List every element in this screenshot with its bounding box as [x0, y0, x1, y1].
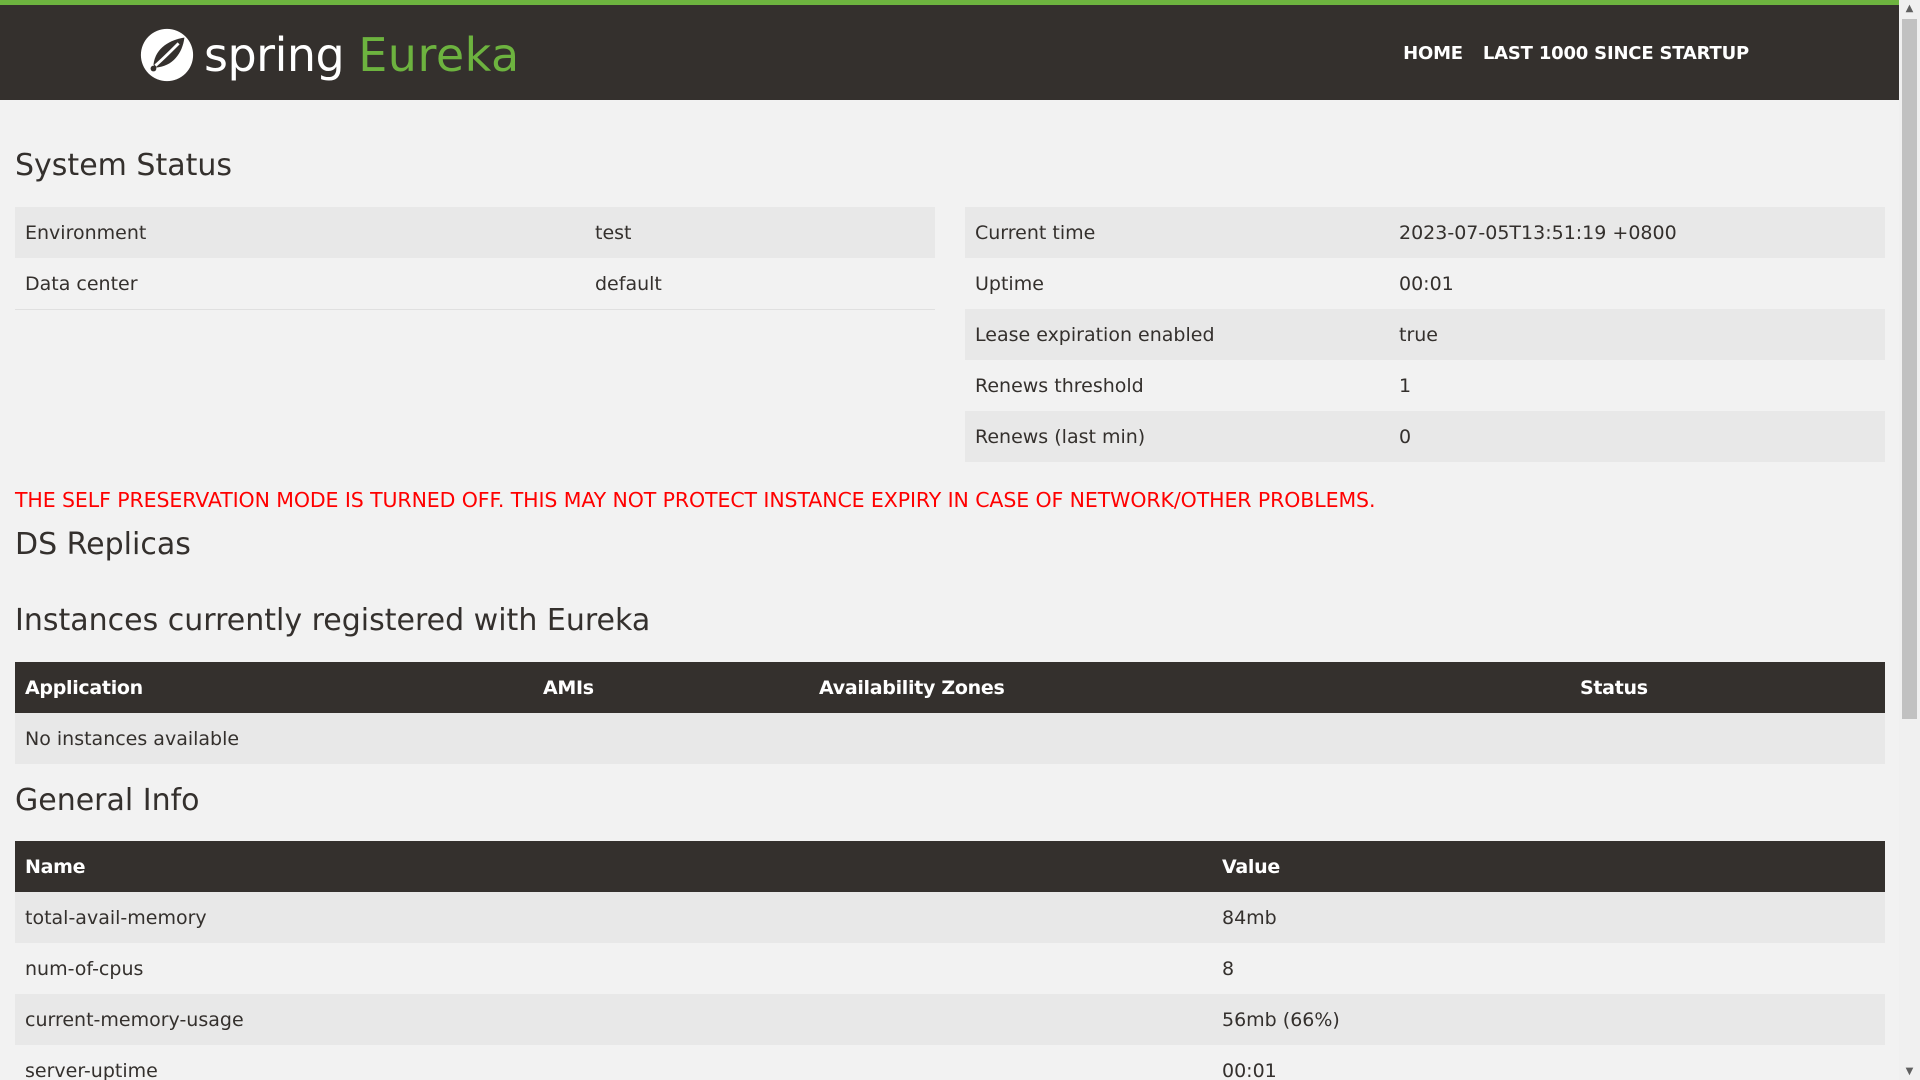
table-row: current-memory-usage 56mb (66%)	[15, 994, 1885, 1045]
status-key: Uptime	[965, 258, 1389, 309]
table-row: total-avail-memory 84mb	[15, 892, 1885, 943]
eureka-dashboard: spring Eureka HOME LAST 1000 SINCE START…	[0, 0, 1899, 1080]
status-key: Renews threshold	[965, 360, 1389, 411]
general-info-table: Name Value total-avail-memory 84mb num-o…	[15, 841, 1885, 1080]
column-header-amis: AMIs	[533, 662, 809, 713]
info-value: 00:01	[1212, 1045, 1885, 1080]
status-value: test	[585, 207, 935, 258]
brand-spring-text: spring	[204, 28, 345, 82]
brand-eureka-text: Eureka	[358, 28, 520, 82]
status-value: 2023-07-05T13:51:19 +0800	[1389, 207, 1885, 258]
scroll-down-arrow-icon[interactable]: ▼	[1899, 1063, 1920, 1080]
status-value: true	[1389, 309, 1885, 360]
scroll-up-arrow-icon[interactable]: ▲	[1899, 0, 1920, 17]
status-value: 1	[1389, 360, 1885, 411]
status-value: 00:01	[1389, 258, 1885, 309]
status-key: Current time	[965, 207, 1389, 258]
status-value: default	[585, 258, 935, 310]
column-header-value: Value	[1212, 841, 1885, 892]
instances-heading: Instances currently registered with Eure…	[15, 603, 651, 638]
status-key: Renews (last min)	[965, 411, 1389, 462]
info-name: num-of-cpus	[15, 943, 1212, 994]
status-value: 0	[1389, 411, 1885, 462]
nav-home-link[interactable]: HOME	[1403, 43, 1463, 64]
status-row: Lease expiration enabled true	[965, 309, 1885, 360]
status-row: Environment test	[15, 207, 935, 258]
status-row: Renews threshold 1	[965, 360, 1885, 411]
column-header-name: Name	[15, 841, 1212, 892]
info-value: 56mb (66%)	[1212, 994, 1885, 1045]
ds-replicas-heading: DS Replicas	[15, 527, 191, 562]
status-row: Renews (last min) 0	[965, 411, 1885, 462]
status-row: Current time 2023-07-05T13:51:19 +0800	[965, 207, 1885, 258]
scrollbar-thumb[interactable]	[1902, 19, 1917, 719]
vertical-scrollbar[interactable]: ▲ ▼	[1899, 0, 1920, 1080]
instances-table: Application AMIs Availability Zones Stat…	[15, 662, 1885, 764]
nav-links: HOME LAST 1000 SINCE STARTUP	[1403, 43, 1749, 64]
status-key: Data center	[15, 258, 585, 310]
system-status-heading: System Status	[15, 148, 233, 183]
nav-last-1000-link[interactable]: LAST 1000 SINCE STARTUP	[1483, 43, 1749, 64]
system-status-right-table: Current time 2023-07-05T13:51:19 +0800 U…	[965, 207, 1885, 462]
info-value: 84mb	[1212, 892, 1885, 943]
info-name: total-avail-memory	[15, 892, 1212, 943]
no-instances-message: No instances available	[15, 713, 1885, 764]
spring-leaf-logo-icon	[140, 28, 194, 82]
status-key: Environment	[15, 207, 585, 258]
info-name: current-memory-usage	[15, 994, 1212, 1045]
status-row: Data center default	[15, 258, 935, 310]
table-header-row: Application AMIs Availability Zones Stat…	[15, 662, 1885, 713]
table-row: num-of-cpus 8	[15, 943, 1885, 994]
status-row: Uptime 00:01	[965, 258, 1885, 309]
column-header-status: Status	[1570, 662, 1885, 713]
system-status-left-table: Environment test Data center default	[15, 207, 935, 310]
info-value: 8	[1212, 943, 1885, 994]
general-info-heading: General Info	[15, 783, 200, 818]
info-name: server-uptime	[15, 1045, 1212, 1080]
table-row: server-uptime 00:01	[15, 1045, 1885, 1080]
brand-home-link[interactable]: spring Eureka	[138, 23, 520, 87]
status-key: Lease expiration enabled	[965, 309, 1389, 360]
table-header-row: Name Value	[15, 841, 1885, 892]
top-navbar: spring Eureka HOME LAST 1000 SINCE START…	[0, 0, 1899, 100]
column-header-availability-zones: Availability Zones	[809, 662, 1570, 713]
column-header-application: Application	[15, 662, 533, 713]
table-row: No instances available	[15, 713, 1885, 764]
self-preservation-warning: THE SELF PRESERVATION MODE IS TURNED OFF…	[15, 488, 1376, 512]
